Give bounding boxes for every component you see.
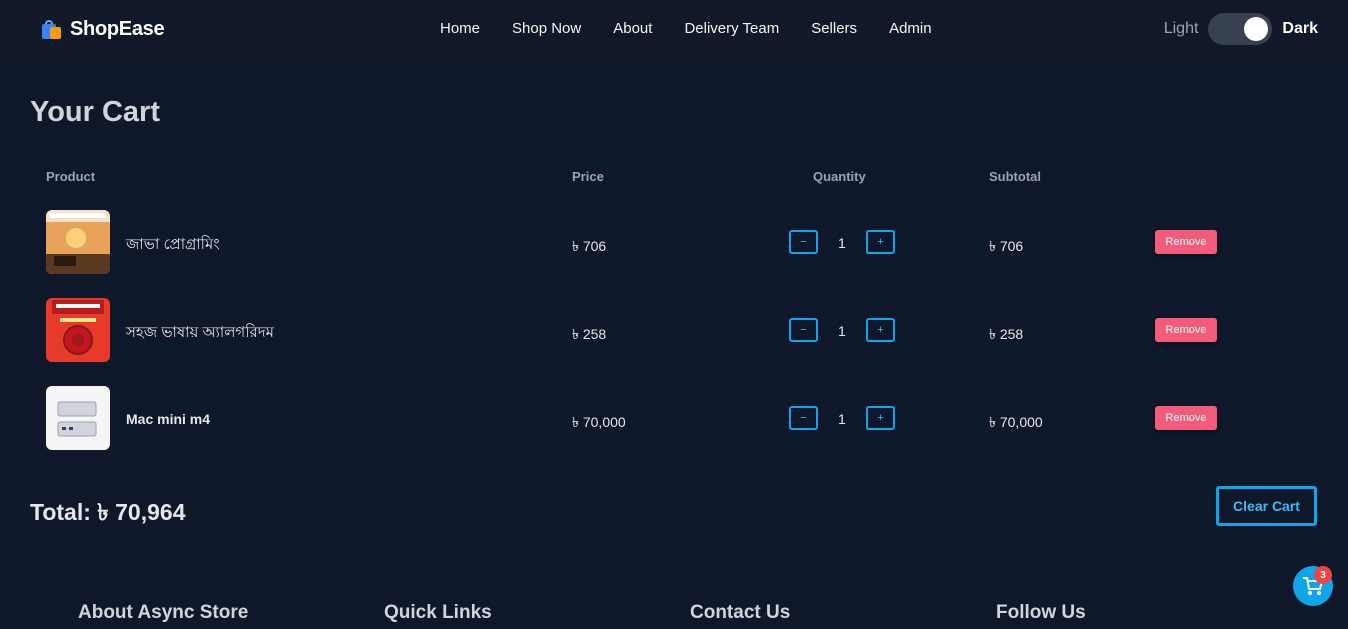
- quantity-value: 1: [838, 235, 846, 251]
- nav-links: Home Shop Now About Delivery Team Seller…: [440, 20, 964, 37]
- nav-link-admin[interactable]: Admin: [889, 20, 932, 37]
- product-image: [46, 386, 110, 450]
- navbar: ShopEase Home Shop Now About Delivery Te…: [0, 0, 1348, 60]
- product-subtotal: ৳ 706: [989, 238, 1024, 254]
- theme-switch-knob: [1244, 17, 1269, 41]
- product-name: জাভা প্রোগ্রামিং: [126, 236, 220, 253]
- footer-heading-quick-links: Quick Links: [384, 602, 492, 623]
- cart-table-header: Product Price Quantity Subtotal: [0, 169, 1348, 185]
- decrease-quantity-button[interactable]: −: [789, 230, 818, 254]
- brand-logo[interactable]: ShopEase: [40, 18, 165, 41]
- increase-quantity-button[interactable]: +: [866, 318, 895, 342]
- column-product: Product: [46, 169, 96, 184]
- theme-switch[interactable]: [1208, 13, 1273, 45]
- column-price: Price: [572, 169, 604, 184]
- remove-button[interactable]: Remove: [1155, 230, 1217, 254]
- remove-button[interactable]: Remove: [1155, 318, 1217, 342]
- brand-name: ShopEase: [70, 18, 165, 40]
- quantity-value: 1: [838, 323, 846, 339]
- cart-row: Mac mini m4 ৳ 70,000 − 1 + ৳ 70,000 Remo…: [0, 386, 1348, 450]
- nav-link-home[interactable]: Home: [440, 20, 480, 37]
- product-subtotal: ৳ 70,000: [989, 414, 1043, 430]
- nav-link-delivery-team[interactable]: Delivery Team: [684, 20, 779, 37]
- quantity-value: 1: [838, 411, 846, 427]
- footer-heading-follow: Follow Us: [996, 602, 1086, 623]
- theme-dark-label: Dark: [1282, 20, 1318, 37]
- decrease-quantity-button[interactable]: −: [789, 318, 818, 342]
- nav-link-shop-now[interactable]: Shop Now: [512, 20, 581, 37]
- cart-row: সহজ ভাষায় অ্যালগরিদম ৳ 258 − 1 + ৳ 258 …: [0, 298, 1348, 362]
- footer-heading-contact: Contact Us: [690, 602, 791, 623]
- clear-cart-button[interactable]: Clear Cart: [1216, 486, 1317, 526]
- cart-count-badge: 3: [1314, 566, 1332, 584]
- nav-link-about[interactable]: About: [613, 20, 652, 37]
- theme-light-label: Light: [1163, 20, 1199, 37]
- page-title: Your Cart: [30, 96, 160, 128]
- product-name: Mac mini m4: [126, 411, 211, 427]
- nav-link-sellers[interactable]: Sellers: [811, 20, 857, 37]
- product-image: [46, 298, 110, 362]
- product-price: ৳ 70,000: [572, 414, 626, 430]
- cart-row: জাভা প্রোগ্রামিং ৳ 706 − 1 + ৳ 706 Remov…: [0, 210, 1348, 274]
- footer-heading-about: About Async Store: [78, 602, 249, 623]
- remove-button[interactable]: Remove: [1155, 406, 1217, 430]
- cart-total: Total: ৳ 70,964: [30, 494, 186, 533]
- column-subtotal: Subtotal: [989, 169, 1041, 184]
- total-label: Total:: [30, 499, 91, 525]
- increase-quantity-button[interactable]: +: [866, 406, 895, 430]
- shopping-bag-icon: [40, 19, 64, 41]
- increase-quantity-button[interactable]: +: [866, 230, 895, 254]
- decrease-quantity-button[interactable]: −: [789, 406, 818, 430]
- product-price: ৳ 706: [572, 238, 607, 254]
- theme-toggle: Light Dark: [1164, 13, 1318, 45]
- product-subtotal: ৳ 258: [989, 326, 1024, 342]
- column-quantity: Quantity: [813, 169, 866, 184]
- product-image: [46, 210, 110, 274]
- product-price: ৳ 258: [572, 326, 607, 342]
- product-name: সহজ ভাষায় অ্যালগরিদম: [126, 324, 274, 341]
- total-value: ৳ 70,964: [97, 499, 186, 525]
